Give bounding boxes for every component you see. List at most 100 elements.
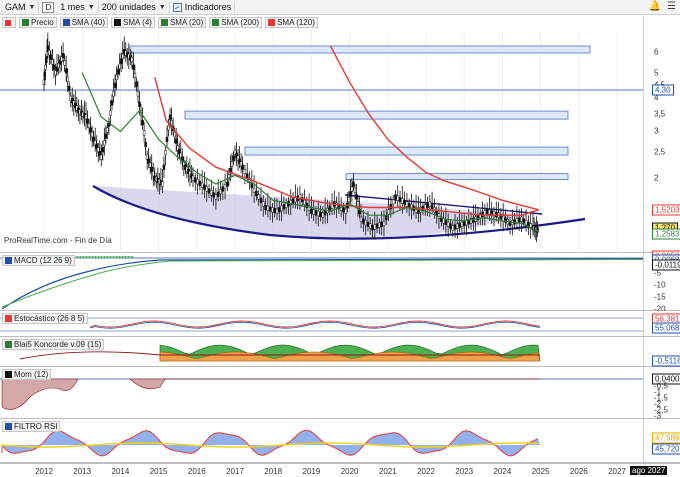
time-axis-label: 2023 — [455, 467, 474, 476]
price-candle-body — [167, 125, 170, 131]
price-legend-item[interactable]: SMA (120) — [265, 17, 318, 28]
daily-toggle-button[interactable]: D — [42, 1, 55, 13]
stochastic-chart[interactable] — [0, 311, 680, 337]
koncorde-legend-item[interactable]: Blai5 Koncorde v.09 (15) — [2, 339, 105, 350]
zone-rectangle — [345, 173, 569, 181]
price-candle-body — [391, 199, 395, 205]
price-candle-body — [488, 209, 491, 215]
price-candle-body — [138, 101, 141, 107]
price-legend-item[interactable]: SMA (200) — [209, 17, 263, 28]
rsi-y-axis[interactable]: 47,988 45,720 — [643, 419, 680, 462]
price-candle-body — [319, 211, 322, 217]
price-candle-body — [364, 220, 367, 226]
koncorde-y-axis[interactable]: -0,5116 — [643, 337, 680, 367]
price-candle-body — [90, 132, 94, 138]
price-candle-body — [359, 216, 363, 222]
menu-icon[interactable]: ☰ — [667, 1, 676, 12]
price-legend-item[interactable]: Precio — [19, 17, 57, 28]
price-candle-body — [421, 205, 425, 211]
macd-y-axis[interactable]: -5-10-15-200,00530,0068-0,0119 — [643, 250, 680, 314]
price-candle-body — [371, 225, 374, 231]
stochastic-legend-item[interactable]: Estocástico (26 8 5) — [2, 313, 88, 324]
price-candle-body — [136, 91, 140, 97]
koncorde-legend-label: Blai5 Koncorde v.09 (15) — [14, 340, 102, 349]
time-axis-label: 2026 — [569, 467, 588, 476]
price-candle-body — [113, 82, 117, 88]
momentum-legend: Mom (12) — [2, 369, 52, 380]
time-axis-label: 2013 — [73, 467, 92, 476]
price-legend-item[interactable]: SMA (20) — [157, 17, 207, 28]
price-candle-body — [219, 189, 222, 195]
macd-histogram-bar — [132, 256, 134, 258]
koncorde-panel: Blai5 Koncorde v.09 (15) -0,5116 — [0, 337, 680, 367]
indicator-swatch-icon — [5, 257, 12, 264]
time-axis-label: 2018 — [264, 467, 283, 476]
momentum-legend-item[interactable]: Mom (12) — [2, 369, 52, 380]
price-candle-body — [162, 164, 166, 170]
macd-histogram-bar — [102, 256, 104, 258]
price-candle-body — [394, 194, 397, 200]
price-value-tag: 4,30 — [652, 84, 674, 96]
macd-histogram-bar — [104, 256, 105, 258]
price-chart[interactable] — [0, 15, 680, 253]
price-candle-body — [221, 186, 225, 192]
chevron-down-icon: ▼ — [28, 3, 36, 11]
price-candle-body — [355, 194, 358, 200]
price-candle-body — [375, 223, 379, 229]
macd-y-tick: -10 — [654, 280, 666, 290]
price-candle-body — [501, 215, 505, 222]
alert-icon[interactable]: 🔔 — [649, 1, 661, 12]
indicators-button[interactable]: Indicadores — [170, 1, 236, 13]
rsi-legend-label: FILTRO RSI — [14, 422, 58, 431]
time-axis-label: 2027 — [608, 467, 626, 476]
time-axis-label: 2014 — [111, 467, 130, 476]
macd-histogram-bar — [116, 256, 117, 258]
price-candle-body — [387, 209, 390, 215]
macd-line — [1, 258, 644, 310]
stochastic-y-axis[interactable]: 56,381 55,068 — [643, 311, 680, 336]
price-candle-body — [368, 223, 372, 229]
price-candle-body — [212, 192, 215, 198]
momentum-legend-label: Mom (12) — [14, 370, 49, 379]
time-axis[interactable]: 2012 2013 2014 2015 2016 2017 2018 2019 2020 2021… — [0, 463, 680, 477]
units-selector[interactable]: 200 unidades ▼ — [99, 1, 170, 13]
price-y-axis[interactable]: 654,543,532,521,54,301,52031,2701,2583 — [643, 15, 680, 252]
price-legend-label: SMA (200) — [221, 18, 260, 27]
macd-histogram-bar — [95, 256, 96, 258]
indicators-label: Indicadores — [184, 2, 232, 12]
period-selector[interactable]: 1 mes ▼ — [57, 1, 99, 13]
macd-legend-label: MACD (12 26 9) — [14, 256, 72, 265]
koncorde-value-tag: -0,5116 — [652, 355, 680, 367]
time-axis-label: 2020 — [340, 467, 359, 476]
price-candle-body — [130, 57, 134, 63]
symbol-selector[interactable]: GAM ▼ — [2, 1, 40, 13]
momentum-y-axis[interactable]: 0,0400 -0,5 -1 -1,5 -2 -2,5 -3 — [643, 367, 680, 421]
price-candle-body — [430, 204, 434, 210]
rsi-chart[interactable] — [0, 419, 680, 463]
macd-histogram-bar — [126, 256, 128, 258]
price-candle-body — [362, 218, 365, 224]
zone-rectangle — [244, 146, 569, 156]
macd-chart[interactable] — [0, 253, 680, 311]
indicator-swatch-icon — [5, 423, 12, 430]
price-candle-body — [495, 211, 498, 217]
price-candle-body — [350, 186, 354, 192]
price-candle-body — [275, 208, 279, 214]
indicator-swatch-icon — [160, 19, 168, 26]
macd-legend-item[interactable]: MACD (12 26 9) — [2, 255, 75, 266]
price-candle-body — [268, 206, 272, 212]
close-panel-button[interactable] — [2, 17, 16, 28]
price-legend-item[interactable]: SMA (40) — [59, 17, 109, 28]
price-candle-body — [396, 195, 399, 201]
price-candle-body — [132, 64, 135, 70]
macd-histogram-bar — [83, 256, 84, 258]
rsi-legend-item[interactable]: FILTRO RSI — [2, 421, 61, 432]
price-candle-body — [226, 181, 229, 187]
rsi-legend: FILTRO RSI — [2, 421, 61, 432]
price-candle-body — [214, 194, 218, 200]
price-legend-item[interactable]: SMA (4) — [111, 17, 155, 28]
indicators-icon — [172, 2, 182, 12]
momentum-chart[interactable] — [0, 367, 680, 419]
price-y-tick: 3,5 — [654, 109, 666, 119]
price-candle-body — [112, 91, 115, 97]
